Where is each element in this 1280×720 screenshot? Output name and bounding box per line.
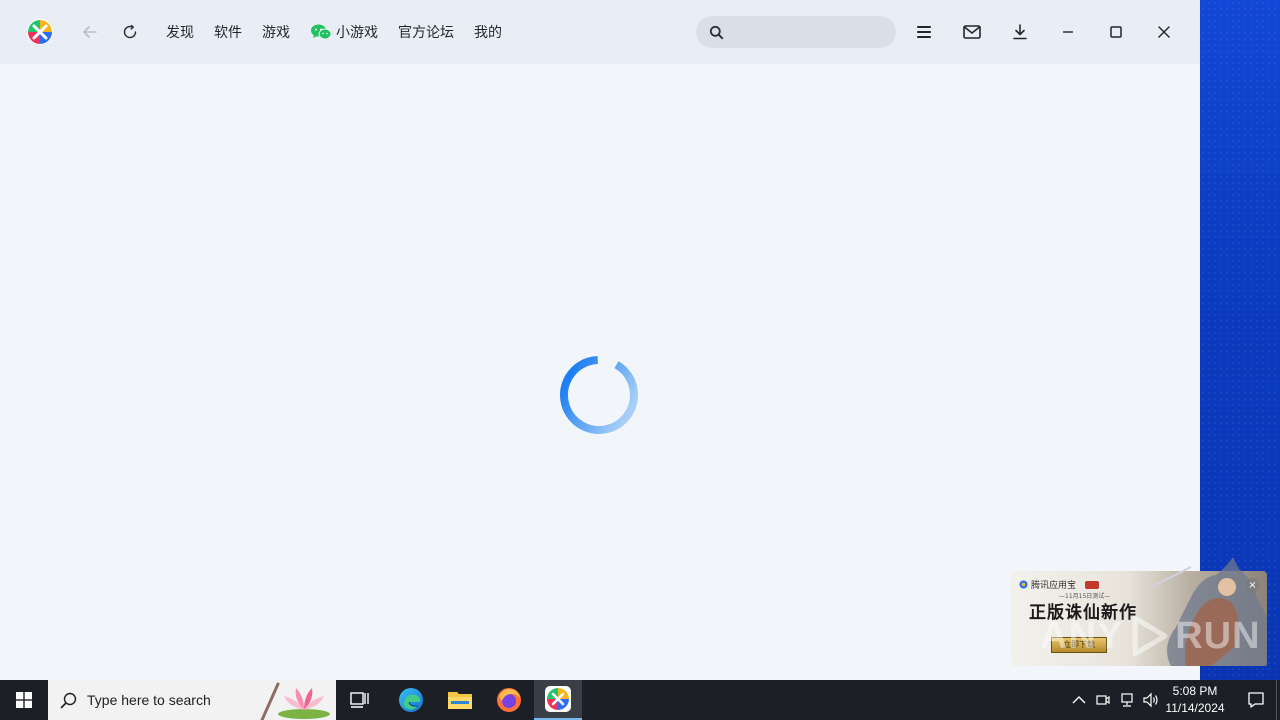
tray-chevron-button[interactable] xyxy=(1069,690,1089,710)
tab-mini-games[interactable]: 小游戏 xyxy=(300,22,388,42)
anyrun-watermark: ANY RUN xyxy=(1040,614,1261,658)
tab-label: 我的 xyxy=(474,25,502,41)
refresh-icon xyxy=(123,24,137,39)
nav-tabs: 发现 软件 游戏 小游戏 官方论坛 我的 xyxy=(156,20,512,44)
minimize-button[interactable] xyxy=(1056,20,1080,44)
maximize-icon xyxy=(1110,26,1122,38)
game-logo-icon xyxy=(1085,580,1100,589)
taskbar: Type here to search 5:08 PM 11/14/2024 xyxy=(0,680,1280,720)
taskbar-app-store[interactable] xyxy=(534,680,582,720)
clock-time: 5:08 PM xyxy=(1172,684,1218,698)
tab-discover[interactable]: 发现 xyxy=(156,22,204,42)
tab-label: 发现 xyxy=(166,25,194,41)
folder-icon xyxy=(448,692,472,709)
wechat-icon xyxy=(311,24,332,40)
tab-mine[interactable]: 我的 xyxy=(464,22,512,42)
messages-button[interactable] xyxy=(960,20,984,44)
title-bar: 发现 软件 游戏 小游戏 官方论坛 我的 xyxy=(0,0,1200,64)
speaker-icon xyxy=(1143,692,1158,708)
edge-icon xyxy=(399,688,423,712)
tab-label: 游戏 xyxy=(262,25,290,41)
downloads-button[interactable] xyxy=(1008,20,1032,44)
taskbar-clock[interactable]: 5:08 PM 11/14/2024 xyxy=(1160,683,1230,717)
task-view-icon xyxy=(350,692,369,708)
notification-center-button[interactable] xyxy=(1236,680,1276,720)
close-button[interactable] xyxy=(1152,20,1176,44)
ad-brand-text: 腾讯应用宝 xyxy=(1031,581,1077,591)
minimize-icon xyxy=(1063,31,1073,33)
arrow-left-icon xyxy=(83,26,97,38)
tab-forum[interactable]: 官方论坛 xyxy=(388,22,464,42)
mail-icon xyxy=(963,25,981,39)
network-icon xyxy=(1121,693,1133,707)
watermark-right: RUN xyxy=(1175,614,1261,657)
watermark-left: ANY xyxy=(1040,614,1124,657)
play-icon xyxy=(1132,615,1168,657)
menu-icon xyxy=(917,26,931,38)
lotus-decoration-icon xyxy=(260,682,330,720)
tab-software[interactable]: 软件 xyxy=(204,22,252,42)
close-icon xyxy=(1158,26,1170,38)
download-icon xyxy=(1013,24,1027,40)
windows-icon xyxy=(16,692,32,708)
loading-spinner xyxy=(560,356,638,434)
chevron-up-icon xyxy=(1072,696,1086,704)
search-icon xyxy=(709,25,724,39)
maximize-button[interactable] xyxy=(1104,20,1128,44)
task-view-button[interactable] xyxy=(336,680,384,720)
tray-meet-now[interactable] xyxy=(1093,690,1113,710)
refresh-button[interactable] xyxy=(118,20,142,44)
brand-logo-icon xyxy=(1019,580,1028,589)
tab-label: 小游戏 xyxy=(336,25,378,41)
tray-volume[interactable] xyxy=(1141,690,1161,710)
search-icon xyxy=(60,692,77,708)
search-box[interactable] xyxy=(696,16,896,48)
app-logo-icon[interactable] xyxy=(26,18,54,46)
start-button[interactable] xyxy=(0,680,48,720)
show-desktop-button[interactable] xyxy=(1276,680,1280,720)
firefox-icon xyxy=(497,688,521,712)
taskbar-search-placeholder: Type here to search xyxy=(87,692,211,708)
ad-close-button[interactable]: × xyxy=(1245,578,1260,593)
clock-date: 11/14/2024 xyxy=(1165,701,1225,715)
tab-label: 官方论坛 xyxy=(398,25,454,41)
back-button[interactable] xyxy=(78,20,102,44)
taskbar-edge[interactable] xyxy=(387,680,435,720)
notification-icon xyxy=(1248,692,1264,708)
taskbar-search[interactable]: Type here to search xyxy=(48,680,336,720)
tray-network[interactable] xyxy=(1117,690,1137,710)
menu-button[interactable] xyxy=(912,20,936,44)
taskbar-firefox[interactable] xyxy=(485,680,533,720)
app-store-icon xyxy=(545,686,571,712)
camera-icon xyxy=(1096,695,1110,705)
tab-games[interactable]: 游戏 xyxy=(252,22,300,42)
search-input[interactable] xyxy=(732,24,892,40)
tab-label: 软件 xyxy=(214,25,242,41)
taskbar-file-explorer[interactable] xyxy=(436,680,484,720)
ad-brand: 腾讯应用宝 xyxy=(1019,578,1100,591)
